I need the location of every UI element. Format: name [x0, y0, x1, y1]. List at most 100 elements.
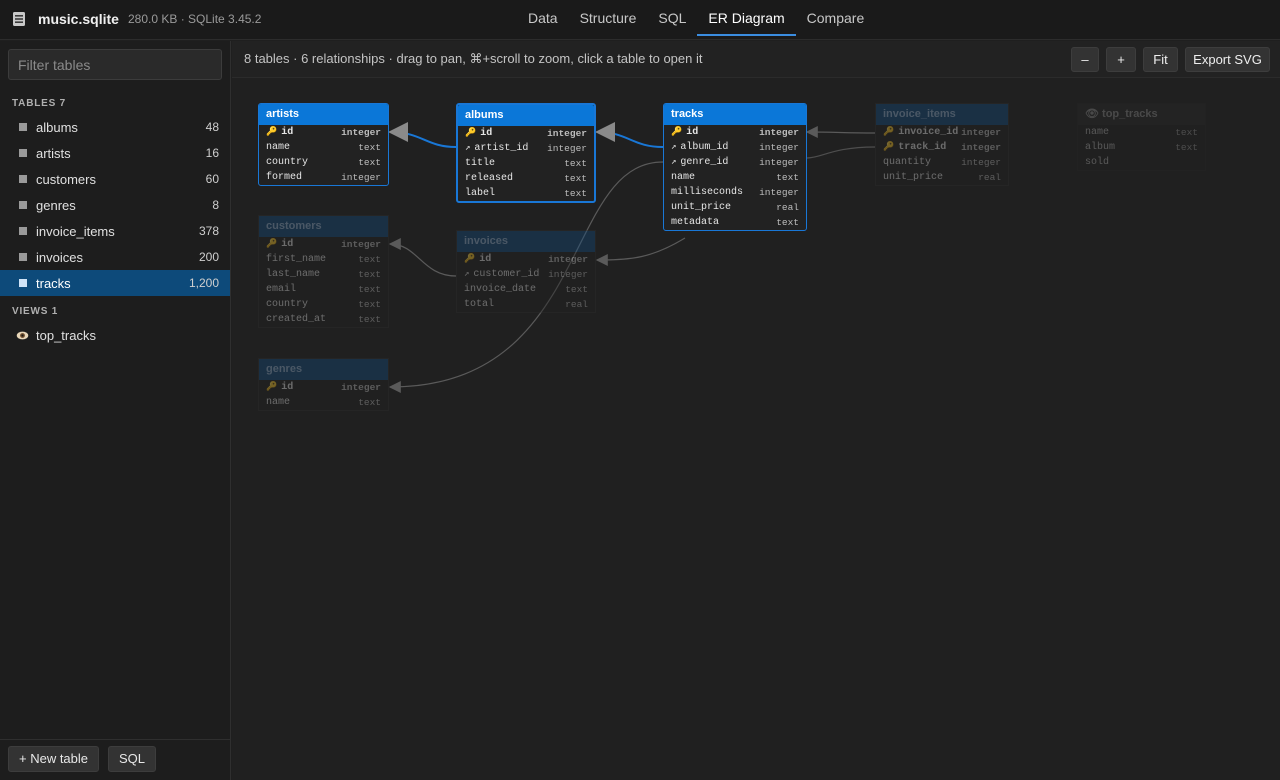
er-column: ↗ album_id integer	[671, 142, 799, 153]
er-column: 🔑 id integer	[266, 239, 381, 250]
er-table-title: albums	[458, 105, 594, 126]
filter-tables-input[interactable]	[8, 49, 222, 80]
sidebar-item-label: invoice_items	[36, 223, 115, 239]
er-column: 🔑 invoice_id integer	[883, 127, 1001, 138]
er-column: metadata text	[671, 217, 799, 228]
er-table-title: customers	[259, 216, 388, 237]
foreign-key-arrow-icon: ↗	[464, 269, 470, 279]
key-icon: 🔑	[883, 127, 895, 137]
sidebar-footer: + New table SQL	[0, 739, 230, 780]
sidebar-item-genres[interactable]: genres 8	[0, 192, 230, 218]
sidebar-item-albums[interactable]: albums 48	[0, 114, 230, 140]
tab-compare[interactable]: Compare	[796, 0, 876, 36]
sidebar-item-label: customers	[36, 171, 96, 187]
er-table-title: artists	[259, 104, 388, 125]
table-icon	[19, 149, 27, 157]
row-count: 48	[205, 120, 219, 134]
er-table-albums[interactable]: albums 🔑 id integer ↗ artist_id integer titl…	[456, 103, 596, 203]
tab-er-diagram[interactable]: ER Diagram	[697, 0, 796, 36]
sidebar-item-invoice-items[interactable]: invoice_items 378	[0, 218, 230, 244]
er-column: 🔑 id integer	[266, 127, 381, 138]
er-table-artists[interactable]: artists 🔑 id integer name text country text …	[258, 103, 389, 186]
sidebar-item-artists[interactable]: artists 16	[0, 140, 230, 166]
key-icon: 🔑	[465, 128, 477, 138]
er-column: title text	[465, 158, 587, 169]
er-column: country text	[266, 157, 381, 168]
diagram-toolbar: 8 tables · 6 relationships · drag to pan…	[232, 41, 1280, 78]
view-tabs: Data Structure SQL ER Diagram Compare	[517, 0, 875, 40]
er-table-title: tracks	[664, 104, 806, 125]
row-count: 200	[198, 250, 219, 264]
table-icon	[19, 123, 27, 131]
er-table-title: genres	[259, 359, 388, 380]
export-svg-button[interactable]: Export SVG	[1185, 47, 1270, 72]
eye-icon	[16, 331, 29, 339]
er-column: sold	[1085, 157, 1110, 168]
row-count: 60	[205, 172, 219, 186]
sidebar-item-label: artists	[36, 145, 71, 161]
er-table-tracks[interactable]: tracks 🔑 id integer ↗ album_id integer ↗ genr…	[663, 103, 807, 231]
table-icon	[19, 253, 27, 261]
views-section-label: VIEWS 1	[12, 306, 59, 317]
foreign-key-arrow-icon: ↗	[671, 157, 677, 167]
er-column: email text	[266, 284, 381, 295]
tables-section-label: TABLES 7	[12, 98, 66, 109]
sidebar-item-customers[interactable]: customers 60	[0, 166, 230, 192]
database-file-icon	[13, 12, 25, 26]
er-column: country text	[266, 299, 381, 310]
link-tracks-albums	[595, 122, 664, 148]
er-column: 🔑 id integer	[266, 382, 381, 393]
sidebar-item-label: genres	[36, 197, 76, 213]
er-column: 🔑 id integer	[464, 254, 588, 265]
row-count: 16	[205, 146, 219, 160]
er-column: ↗ genre_id integer	[671, 157, 799, 168]
sidebar-item-label: tracks	[36, 275, 71, 291]
sidebar-item-tracks[interactable]: tracks 1,200	[0, 270, 230, 296]
file-name: music.sqlite	[38, 11, 119, 27]
key-icon: 🔑	[464, 254, 476, 264]
er-column: name text	[1085, 127, 1198, 138]
sql-button[interactable]: SQL	[108, 746, 157, 772]
row-count: 378	[198, 224, 219, 238]
key-icon: 🔑	[266, 382, 278, 392]
sidebar-item-label: top_tracks	[36, 327, 96, 343]
er-column: ↗ artist_id integer	[465, 143, 587, 154]
er-view-top-tracks[interactable]: 👁 top_tracks name text album text sold	[1077, 103, 1206, 171]
er-table-invoices[interactable]: invoices 🔑 id integer ↗ customer_id integer …	[456, 230, 596, 313]
er-column: created_at text	[266, 314, 381, 325]
key-icon: 🔑	[671, 127, 683, 137]
foreign-key-arrow-icon: ↗	[465, 143, 471, 153]
zoom-in-button[interactable]: +	[1106, 47, 1136, 72]
row-count: 1,200	[188, 276, 219, 290]
er-table-customers[interactable]: customers 🔑 id integer first_name text last…	[258, 215, 389, 328]
er-column: last_name text	[266, 269, 381, 280]
eye-icon: 👁	[1085, 108, 1103, 120]
sidebar-item-top-tracks[interactable]: top_tracks	[0, 322, 230, 348]
er-column: formed integer	[266, 172, 381, 183]
er-table-invoice-items[interactable]: invoice_items 🔑 invoice_id integer 🔑 track_…	[875, 103, 1009, 186]
table-icon	[19, 279, 27, 287]
er-column: name text	[266, 397, 381, 408]
new-table-button[interactable]: + New table	[8, 746, 100, 772]
key-icon: 🔑	[883, 142, 895, 152]
er-column: 🔑 id integer	[465, 128, 587, 139]
er-table-genres[interactable]: genres 🔑 id integer name text	[258, 358, 389, 411]
er-column: total real	[464, 299, 588, 310]
er-column: 🔑 track_id integer	[883, 142, 1001, 153]
tab-data[interactable]: Data	[517, 0, 569, 36]
sidebar-item-invoices[interactable]: invoices 200	[0, 244, 230, 270]
tab-structure[interactable]: Structure	[569, 0, 648, 36]
sidebar-item-label: albums	[36, 119, 78, 135]
table-list: albums 48 artists 16 customers 60 genres 8 i…	[0, 114, 230, 296]
link-albums-artists	[388, 122, 457, 148]
diagram-hint: 8 tables · 6 relationships · drag to pan…	[244, 51, 703, 66]
link-items-tracks	[805, 126, 876, 139]
file-meta: 280.0 KB · SQLite 3.45.2	[128, 12, 262, 26]
tab-sql[interactable]: SQL	[647, 0, 697, 36]
er-column: unit_price real	[883, 172, 1001, 183]
zoom-out-button[interactable]: –	[1071, 47, 1099, 72]
er-table-title: invoices	[457, 231, 595, 252]
fit-button[interactable]: Fit	[1143, 47, 1178, 72]
link-items-invoices	[806, 146, 876, 159]
diagram-canvas[interactable]: artists 🔑 id integer name text country text …	[232, 78, 1280, 780]
